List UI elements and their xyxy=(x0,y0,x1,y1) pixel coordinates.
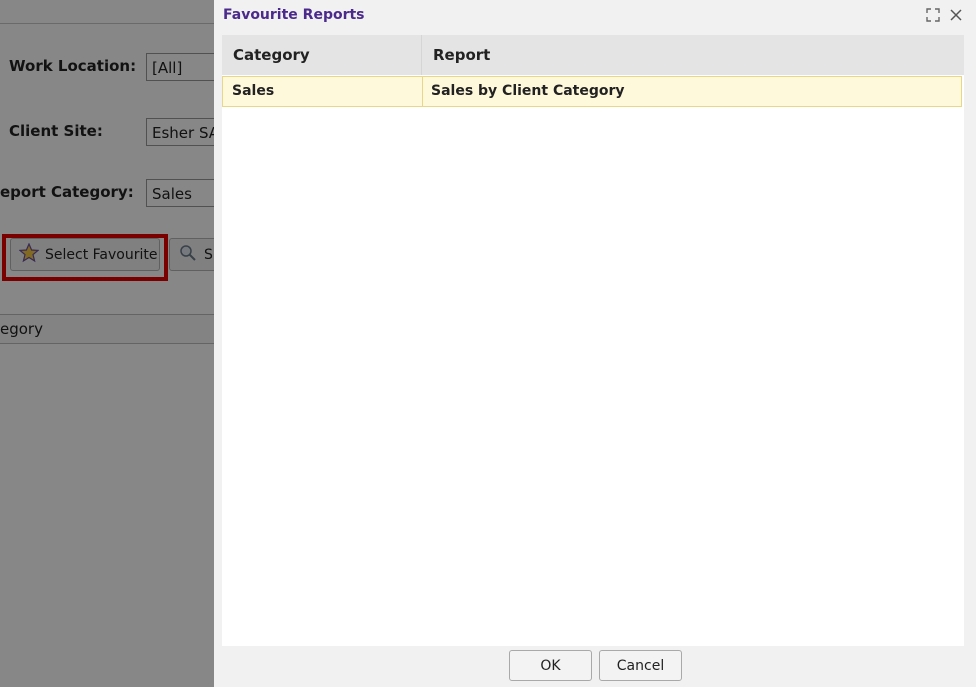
close-icon[interactable] xyxy=(947,6,965,24)
favourite-reports-dialog: Favourite Reports Category Report Sales … xyxy=(214,0,976,687)
maximize-icon[interactable] xyxy=(924,6,942,24)
cell-divider xyxy=(422,77,423,106)
grid-header-row: Category Report xyxy=(222,35,964,75)
column-divider xyxy=(421,35,422,75)
cancel-button[interactable]: Cancel xyxy=(599,650,682,681)
dialog-title: Favourite Reports xyxy=(223,7,365,23)
cell-report: Sales by Client Category xyxy=(431,83,625,99)
reports-grid: Category Report Sales Sales by Client Ca… xyxy=(222,35,964,646)
column-header-report[interactable]: Report xyxy=(433,46,490,64)
column-header-category[interactable]: Category xyxy=(233,46,310,64)
cell-category: Sales xyxy=(232,83,275,99)
table-row[interactable]: Sales Sales by Client Category xyxy=(222,76,962,107)
ok-button[interactable]: OK xyxy=(509,650,592,681)
